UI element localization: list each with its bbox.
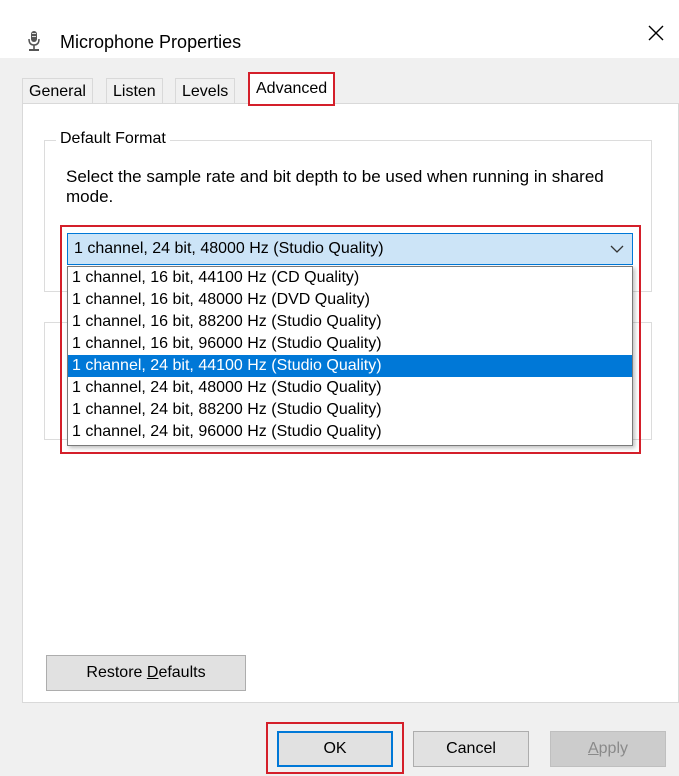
apply-button[interactable]: Apply: [550, 731, 666, 767]
microphone-icon: [28, 31, 40, 51]
dropdown-option[interactable]: 1 channel, 16 bit, 48000 Hz (DVD Quality…: [68, 289, 632, 311]
restore-defaults-label-b: efaults: [158, 664, 206, 681]
tab-advanced[interactable]: Advanced: [248, 72, 336, 106]
dropdown-option-highlighted[interactable]: 1 channel, 24 bit, 44100 Hz (Studio Qual…: [68, 355, 632, 377]
window-title: Microphone Properties: [60, 32, 242, 52]
dropdown-option[interactable]: 1 channel, 24 bit, 96000 Hz (Studio Qual…: [68, 421, 632, 443]
apply-label: pply: [598, 740, 629, 757]
default-format-description: Select the sample rate and bit depth to …: [66, 167, 604, 206]
dropdown-option[interactable]: 1 channel, 16 bit, 96000 Hz (Studio Qual…: [68, 333, 632, 355]
sample-rate-dropdown-list: 1 channel, 16 bit, 44100 Hz (CD Quality)…: [67, 266, 633, 446]
microphone-properties-dialog: Microphone Properties General Listen Lev…: [0, 0, 679, 776]
tab-listen[interactable]: Listen: [106, 78, 163, 104]
title-bar: Microphone Properties: [0, 8, 679, 58]
background-strip: [0, 0, 679, 8]
dropdown-option[interactable]: 1 channel, 24 bit, 48000 Hz (Studio Qual…: [68, 377, 632, 399]
restore-defaults-button[interactable]: Restore Defaults: [46, 655, 246, 691]
close-icon: [648, 25, 663, 41]
apply-accesskey: A: [587, 740, 599, 757]
tab-levels[interactable]: Levels: [175, 78, 236, 104]
chevron-down-icon: [610, 245, 624, 253]
dropdown-option[interactable]: 1 channel, 24 bit, 88200 Hz (Studio Qual…: [68, 399, 632, 421]
restore-defaults-label-a: Restore: [86, 664, 147, 681]
ok-button[interactable]: OK: [277, 731, 393, 767]
close-button[interactable]: [632, 8, 679, 58]
dropdown-option[interactable]: 1 channel, 16 bit, 44100 Hz (CD Quality): [68, 267, 632, 289]
dropdown-option[interactable]: 1 channel, 16 bit, 88200 Hz (Studio Qual…: [68, 311, 632, 333]
tab-general[interactable]: General: [22, 78, 93, 104]
cancel-button[interactable]: Cancel: [413, 731, 529, 767]
sample-rate-select[interactable]: 1 channel, 24 bit, 48000 Hz (Studio Qual…: [67, 233, 633, 265]
restore-defaults-accesskey: D: [146, 664, 159, 681]
default-format-label: Default Format: [56, 130, 170, 148]
sample-rate-selected-value: 1 channel, 24 bit, 48000 Hz (Studio Qual…: [74, 240, 384, 257]
